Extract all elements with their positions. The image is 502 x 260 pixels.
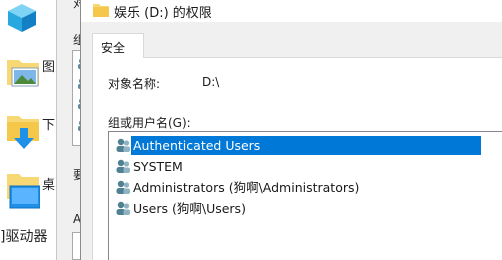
group-users-label: 组或用户名(G):: [108, 116, 191, 130]
user-group-icon: [116, 201, 130, 215]
pictures-label[interactable]: 图: [42, 56, 55, 75]
user-name: SYSTEM: [133, 159, 183, 174]
drive-section-label[interactable]: ]驱动器: [0, 226, 47, 246]
object-name-value: D:\: [202, 75, 220, 89]
user-name: Users (狗啊\Users): [133, 201, 246, 216]
user-name: Authenticated Users: [131, 136, 481, 155]
desktop-folder-icon[interactable]: [6, 170, 41, 213]
desktop-label[interactable]: 桌: [42, 174, 55, 193]
user-group-icon: [116, 159, 130, 173]
permissions-dialog: 娱乐 (D:) 的权限 安全 对象名称: D:\ 组或用户名(G): Authe…: [80, 0, 502, 260]
user-group-icon: [116, 180, 130, 194]
list-item[interactable]: Authenticated Users: [113, 135, 481, 155]
user-group-icon: [116, 138, 130, 152]
group-user-list[interactable]: Authenticated Users SYSTEM Administrator…: [108, 131, 502, 260]
list-item[interactable]: Administrators (狗啊\Administrators): [113, 177, 481, 197]
pictures-folder-icon[interactable]: [6, 54, 40, 91]
tab-security-label: 安全: [101, 41, 126, 55]
downloads-folder-icon[interactable]: [6, 112, 40, 153]
explorer-navigation-pane: 图 下 桌 ]驱动器: [0, 0, 60, 260]
list-item[interactable]: SYSTEM: [113, 156, 481, 176]
downloads-label[interactable]: 下: [42, 114, 55, 133]
object-name-label: 对象名称:: [108, 77, 161, 91]
dialog-titlebar[interactable]: 娱乐 (D:) 的权限: [81, 0, 502, 22]
user-name: Administrators (狗啊\Administrators): [133, 180, 360, 195]
dialog-title: 娱乐 (D:) 的权限: [114, 6, 212, 21]
tab-security[interactable]: 安全: [92, 33, 144, 58]
cube-3d-icon[interactable]: [6, 2, 38, 37]
list-item[interactable]: Users (狗啊\Users): [113, 198, 481, 218]
folder-icon: [93, 3, 109, 20]
